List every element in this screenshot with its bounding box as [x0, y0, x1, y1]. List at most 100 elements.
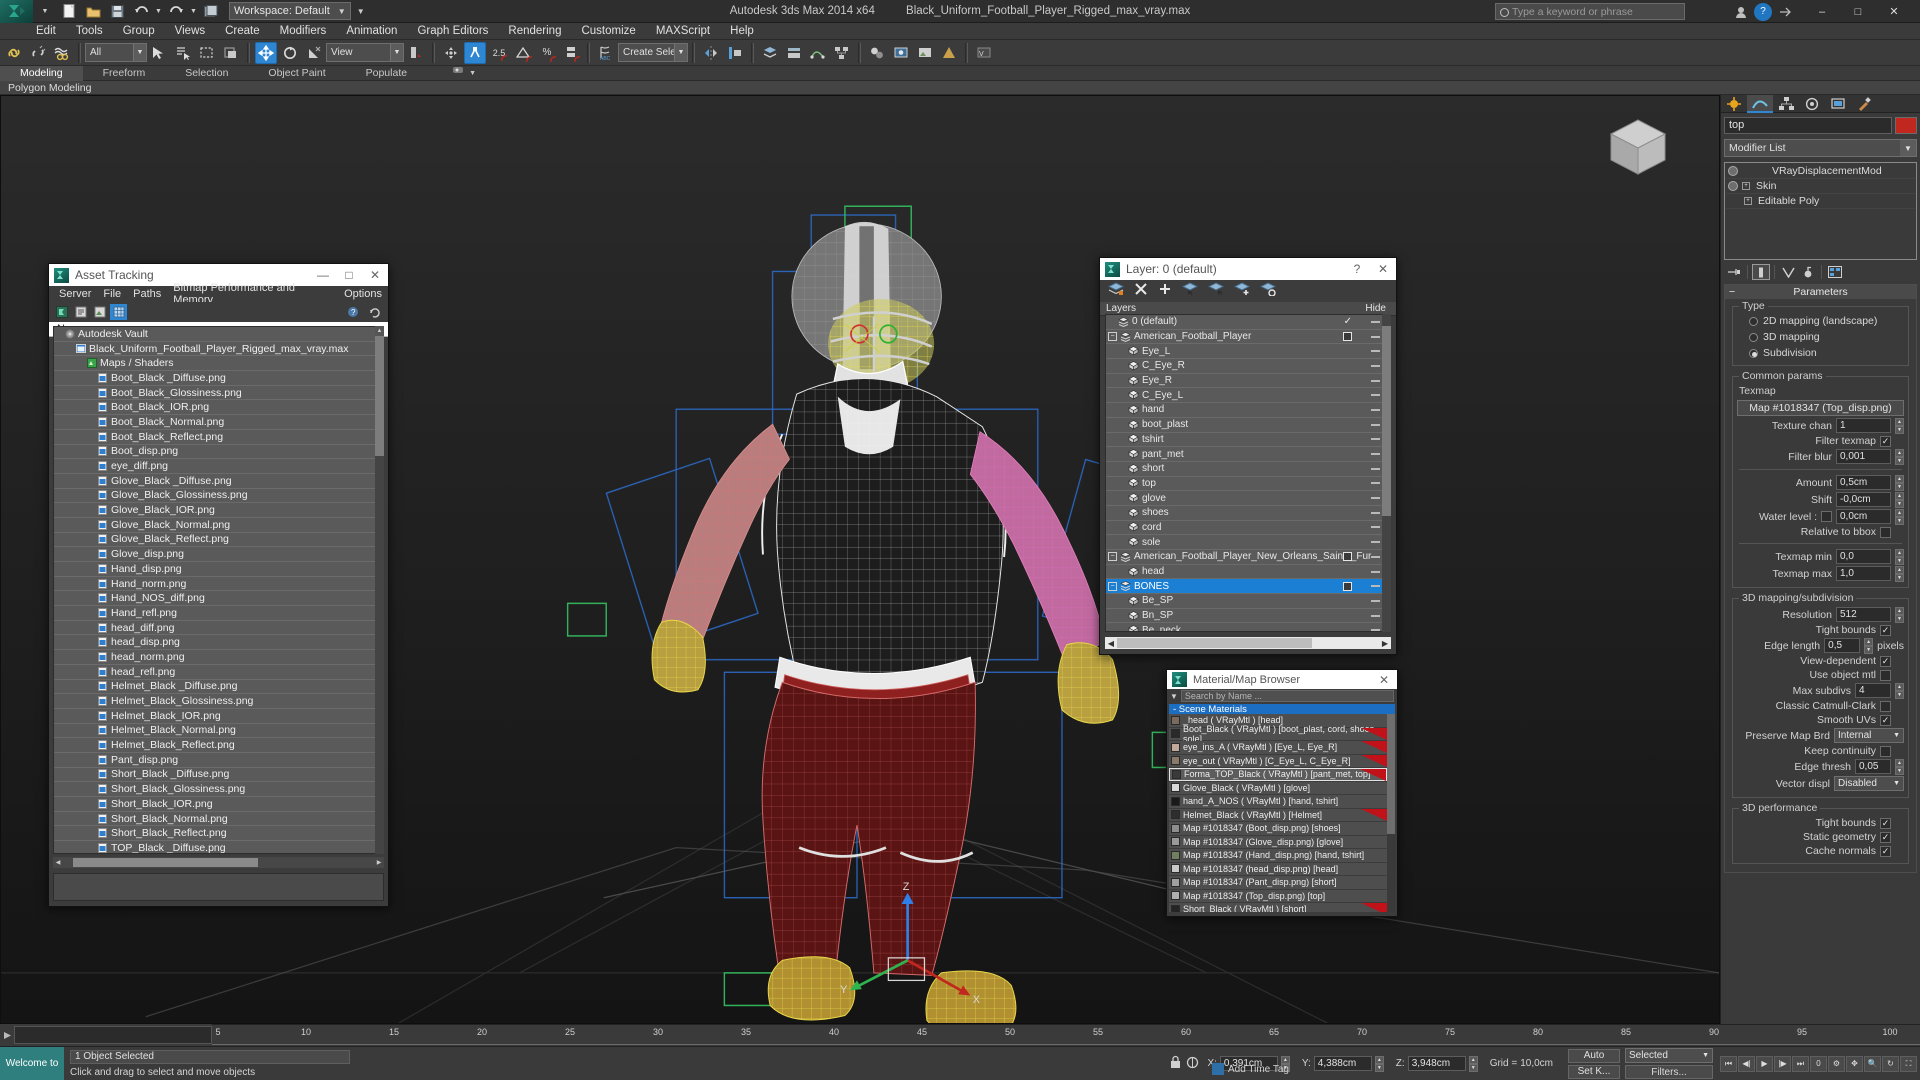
maxscript-mini-listener[interactable]: [0, 1024, 212, 1046]
layer-hscrollbar-thumb[interactable]: [1117, 638, 1312, 648]
layer-close-button[interactable]: ✕: [1370, 258, 1396, 280]
material-row[interactable]: hand_A_NOS ( VRayMtl ) [hand, tshirt]: [1169, 795, 1387, 808]
select-and-move-icon[interactable]: [255, 41, 277, 64]
absolute-relative-toggle-icon[interactable]: [1186, 1056, 1199, 1072]
open-file-icon[interactable]: [82, 1, 104, 22]
selected-dropdown[interactable]: Selected ▼: [1625, 1048, 1713, 1063]
scroll-up-icon[interactable]: ▲: [375, 326, 384, 336]
asset-row[interactable]: Helmet_Black _Diffuse.png: [54, 680, 383, 695]
asset-menu-file[interactable]: File: [97, 288, 127, 300]
layer-row[interactable]: tshirt: [1106, 433, 1390, 448]
filter-icon[interactable]: ▼: [1170, 692, 1178, 701]
water-level-spinner[interactable]: ▲ ▼: [1895, 509, 1904, 525]
remove-modifier-icon[interactable]: [1799, 264, 1817, 280]
hide-toggle[interactable]: [1371, 599, 1380, 602]
hide-toggle[interactable]: [1371, 453, 1380, 456]
hide-toggle[interactable]: [1371, 423, 1380, 426]
hide-toggle[interactable]: [1371, 350, 1380, 353]
play-icon[interactable]: ▶: [1756, 1055, 1773, 1072]
workspace-more-icon[interactable]: ▼: [354, 2, 368, 20]
highlight-selected-objects-icon[interactable]: [1207, 281, 1225, 301]
asset-row[interactable]: Autodesk Vault: [54, 327, 383, 342]
welcome-button[interactable]: Welcome to: [0, 1047, 64, 1080]
texmap-max-spinner[interactable]: ▲ ▼: [1895, 566, 1904, 582]
maximize-button[interactable]: □: [1840, 0, 1876, 23]
preserve-map-border-dropdown[interactable]: Internal ▼: [1834, 728, 1904, 743]
layer-checkbox[interactable]: [1343, 552, 1352, 562]
menu-item-edit[interactable]: Edit: [26, 23, 66, 40]
asset-row[interactable]: Helmet_Black_Normal.png: [54, 724, 383, 739]
menu-item-group[interactable]: Group: [113, 23, 165, 40]
menu-item-customize[interactable]: Customize: [571, 23, 645, 40]
z-spinner[interactable]: ▲ ▼: [1468, 1056, 1478, 1072]
asset-row[interactable]: Short_Black _Diffuse.png: [54, 768, 383, 783]
max-subdivs-spinner[interactable]: ▲ ▼: [1895, 683, 1904, 699]
parameters-rollout-header[interactable]: − Parameters: [1725, 285, 1916, 299]
dropdown-logo-icon[interactable]: ▼: [34, 1, 56, 22]
timeline[interactable]: 0510152025303540455055606570758085909510…: [0, 1024, 1920, 1046]
tab-utilities[interactable]: [1851, 95, 1877, 113]
layer-row[interactable]: short: [1106, 462, 1390, 477]
pan-view-icon[interactable]: ✥: [1846, 1055, 1863, 1072]
menu-item-animation[interactable]: Animation: [336, 23, 407, 40]
menu-item-rendering[interactable]: Rendering: [498, 23, 571, 40]
hide-toggle[interactable]: [1371, 394, 1380, 397]
layer-row[interactable]: Bn_SP: [1106, 609, 1390, 624]
layer-checkbox[interactable]: [1343, 332, 1352, 342]
render-setup-icon[interactable]: [890, 42, 912, 64]
layer-row[interactable]: Eye_L: [1106, 344, 1390, 360]
layer-row[interactable]: C_Eye_R: [1106, 359, 1390, 374]
material-row[interactable]: eye_ins_A ( VRayMtl ) [Eye_L, Eye_R]: [1169, 741, 1387, 754]
hide-toggle[interactable]: [1371, 585, 1380, 588]
edge-thresh-spinner[interactable]: ▲ ▼: [1895, 759, 1904, 775]
layer-checkbox[interactable]: [1343, 581, 1352, 591]
max-subdivs-field[interactable]: 4: [1855, 683, 1891, 698]
tab-hierarchy[interactable]: [1773, 95, 1799, 113]
ribbon-tab-modeling[interactable]: Modeling: [0, 65, 83, 81]
asset-row[interactable]: Short_Black_Reflect.png: [54, 826, 383, 842]
smooth-uvs-checkbox[interactable]: ✓: [1880, 714, 1891, 726]
asset-row[interactable]: Hand_disp.png: [54, 562, 383, 577]
new-file-icon[interactable]: [58, 1, 80, 22]
tab-display[interactable]: [1825, 95, 1851, 113]
material-row[interactable]: Map #1018347 (Pant_disp.png) [short]: [1169, 876, 1387, 889]
end-frame-icon[interactable]: ⏭: [1792, 1055, 1809, 1072]
curve-editor-icon[interactable]: [807, 42, 829, 64]
ribbon-tab-populate[interactable]: Populate: [346, 66, 427, 81]
key-mode-icon[interactable]: ⏮: [1720, 1055, 1737, 1072]
layer-list[interactable]: 0 (default) ✓ − American_Football_Player Eye…: [1105, 314, 1391, 632]
layer-row[interactable]: − American_Football_Player_New_Orleans_Sa…: [1106, 550, 1390, 565]
material-scrollbar-thumb[interactable]: [1387, 714, 1395, 834]
y-spinner[interactable]: ▲ ▼: [1374, 1056, 1384, 1072]
layer-row[interactable]: head: [1106, 565, 1390, 580]
hide-toggle[interactable]: [1371, 364, 1380, 367]
bitmap-view-icon[interactable]: [91, 304, 108, 320]
hide-toggle[interactable]: [1371, 467, 1380, 470]
align-icon[interactable]: [724, 42, 746, 64]
prev-key-icon[interactable]: ◀|: [1738, 1055, 1755, 1072]
asset-maximize-button[interactable]: □: [336, 264, 362, 286]
amount-spinner[interactable]: ▲ ▼: [1895, 475, 1904, 491]
material-row[interactable]: Map #1018347 (Boot_disp.png) [shoes]: [1169, 822, 1387, 835]
scroll-left-icon[interactable]: ◀: [53, 859, 63, 866]
ribbon-tab-selection[interactable]: Selection: [165, 66, 248, 81]
material-row[interactable]: Boot_Black ( VRayMtl ) [boot_plast, cord…: [1169, 724, 1387, 744]
material-row[interactable]: Short_Black ( VRayMtl ) [short]: [1169, 903, 1387, 912]
hide-toggle[interactable]: [1371, 408, 1380, 411]
use-object-mtl-checkbox[interactable]: [1880, 669, 1891, 681]
modifier-expand-icon[interactable]: +: [1742, 182, 1750, 190]
asset-row[interactable]: Boot_Black _Diffuse.png: [54, 371, 383, 386]
texture-chan-spinner[interactable]: ▲ ▼: [1895, 418, 1904, 434]
undo-icon[interactable]: [130, 1, 152, 22]
static-geometry-checkbox[interactable]: ✓: [1880, 831, 1891, 843]
unlink-selection-icon[interactable]: [27, 42, 49, 64]
type-option[interactable]: Subdivision: [1737, 345, 1904, 361]
layer-row[interactable]: Be_neck: [1106, 623, 1390, 631]
asset-row[interactable]: Hand_NOS_diff.png: [54, 591, 383, 607]
type-option[interactable]: 2D mapping (landscape): [1737, 313, 1904, 329]
material-map-browser-dialog[interactable]: Material/Map Browser ✕ ▼ Search by Name …: [1166, 669, 1398, 917]
hide-toggle[interactable]: [1371, 335, 1380, 338]
menu-item-maxscript[interactable]: MAXScript: [646, 23, 720, 40]
percent-snap-icon[interactable]: %: [536, 42, 558, 64]
help-icon[interactable]: ?: [1754, 2, 1772, 21]
